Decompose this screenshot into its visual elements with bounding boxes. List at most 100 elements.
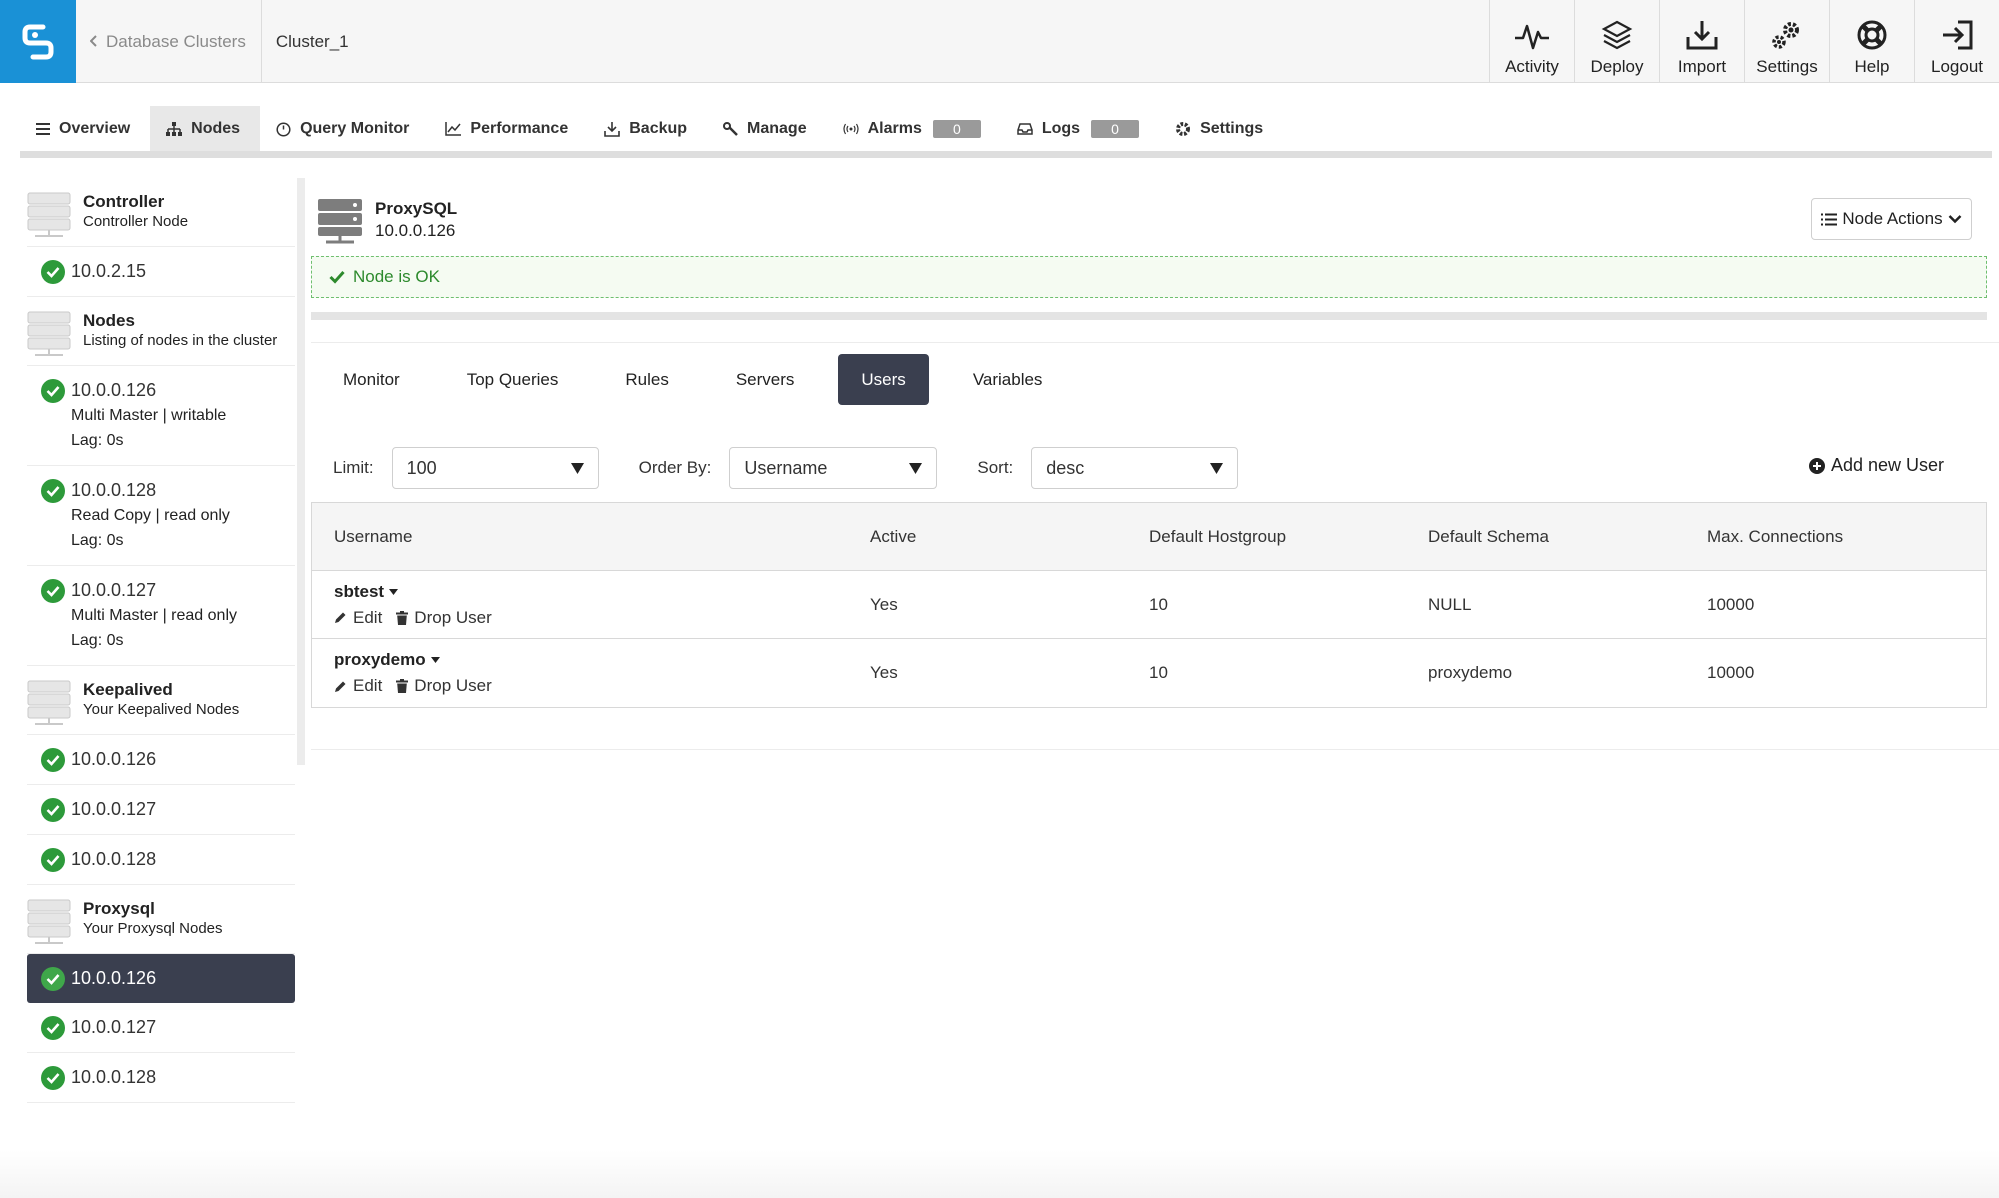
order-by-select[interactable]: Username	[729, 447, 938, 489]
col-username[interactable]: Username	[312, 527, 870, 547]
tab-servers[interactable]: Servers	[713, 354, 818, 405]
wrench-icon	[723, 121, 738, 136]
node-ip-address: 10.0.0.126	[375, 221, 456, 240]
gears-icon	[1772, 22, 1799, 49]
tab-settings-label: Settings	[1200, 120, 1264, 137]
node-lag: Lag: 0s	[71, 432, 124, 449]
tab-performance-label: Performance	[470, 120, 569, 137]
node-ip: 10.0.0.126	[71, 380, 157, 400]
node-lag: Lag: 0s	[71, 632, 124, 649]
pencil-icon	[335, 612, 346, 623]
col-active[interactable]: Active	[870, 527, 1149, 547]
node-header: ProxySQL 10.0.0.126	[317, 198, 457, 244]
group-proxysql-subtitle: Your Proxysql Nodes	[83, 920, 223, 937]
group-controller-subtitle: Controller Node	[83, 213, 189, 230]
sidebar-item-proxysql-0[interactable]: 10.0.0.126	[27, 954, 295, 1003]
logs-count-badge: 0	[1091, 120, 1140, 138]
tab-manage[interactable]: Manage	[707, 106, 827, 152]
back-to-clusters-link[interactable]: Database Clusters	[76, 0, 262, 83]
col-default-hostgroup[interactable]: Default Hostgroup	[1149, 527, 1428, 547]
tab-alarms[interactable]: Alarms 0	[827, 106, 1001, 152]
app-logo[interactable]	[0, 0, 76, 83]
deploy-label: Deploy	[1590, 57, 1644, 76]
limit-select[interactable]: 100	[391, 447, 599, 489]
tab-settings[interactable]: Settings	[1159, 106, 1283, 152]
node-role: Read Copy | read only	[71, 507, 230, 524]
tab-monitor[interactable]: Monitor	[320, 354, 423, 405]
tab-variables[interactable]: Variables	[950, 354, 1066, 405]
sidebar-item-node-1[interactable]: 10.0.0.128 Read Copy | read only Lag: 0s	[27, 466, 295, 566]
sort-select[interactable]: desc	[1031, 447, 1239, 489]
col-default-schema[interactable]: Default Schema	[1428, 527, 1707, 547]
deploy-icon	[1601, 20, 1633, 50]
node-ip: 10.0.2.15	[71, 261, 147, 281]
sidebar-item-keepalived-2[interactable]: 10.0.0.128	[27, 835, 295, 885]
node-lag: Lag: 0s	[71, 532, 124, 549]
broadcast-icon	[843, 123, 859, 135]
username-dropdown[interactable]: proxydemo	[334, 650, 870, 670]
tab-nodes[interactable]: Nodes	[150, 106, 261, 152]
help-button[interactable]: Help	[1829, 0, 1914, 83]
caret-down-icon	[909, 462, 923, 474]
col-max-connections[interactable]: Max. Connections	[1707, 527, 1986, 547]
activity-button[interactable]: Activity	[1489, 0, 1574, 83]
alarms-count-badge: 0	[932, 120, 981, 138]
group-nodes: Nodes Listing of nodes in the cluster	[27, 297, 295, 366]
tab-top-queries[interactable]: Top Queries	[444, 354, 582, 405]
import-button[interactable]: Import	[1659, 0, 1744, 83]
global-settings-button[interactable]: Settings	[1744, 0, 1829, 83]
sidebar-item-controller[interactable]: 10.0.2.15	[27, 247, 295, 297]
logout-button[interactable]: Logout	[1914, 0, 1999, 83]
tab-logs[interactable]: Logs 0	[1001, 106, 1159, 152]
pencil-icon	[335, 681, 346, 692]
node-role: Multi Master | read only	[71, 607, 237, 624]
server-icon	[27, 311, 71, 356]
username: sbtest	[334, 581, 385, 601]
drop-user-button[interactable]: Drop User	[396, 607, 492, 628]
sidebar-item-proxysql-1[interactable]: 10.0.0.127	[27, 1003, 295, 1053]
edit-user-button[interactable]: Edit	[334, 676, 382, 696]
tab-overview[interactable]: Overview	[20, 106, 150, 152]
sidebar-item-node-0[interactable]: 10.0.0.126 Multi Master | writable Lag: …	[27, 366, 295, 466]
tab-query-monitor[interactable]: Query Monitor	[260, 106, 429, 152]
tab-performance[interactable]: Performance	[429, 106, 588, 152]
tab-overview-label: Overview	[59, 120, 131, 137]
sidebar-item-proxysql-2[interactable]: 10.0.0.128	[27, 1053, 295, 1103]
cell-active: Yes	[870, 594, 898, 614]
cell-hostgroup: 10	[1149, 663, 1168, 682]
sidebar: Controller Controller Node 10.0.2.15 Nod…	[27, 178, 295, 1103]
tab-backup[interactable]: Backup	[588, 106, 707, 152]
add-new-user-button[interactable]: Add new User	[1809, 455, 1944, 476]
users-table: Username Active Default Hostgroup Defaul…	[311, 502, 1987, 708]
group-nodes-subtitle: Listing of nodes in the cluster	[83, 332, 278, 349]
check-circle-icon	[41, 748, 65, 772]
sidebar-item-keepalived-0[interactable]: 10.0.0.126	[27, 735, 295, 785]
proxysql-tabs: Monitor Top Queries Rules Servers Users …	[320, 354, 1086, 405]
breadcrumb-back-label: Database Clusters	[106, 31, 246, 51]
group-controller: Controller Controller Node	[27, 178, 295, 247]
logout-icon	[1943, 20, 1973, 50]
username-dropdown[interactable]: sbtest	[334, 582, 870, 602]
cell-active: Yes	[870, 663, 898, 682]
tab-rules[interactable]: Rules	[602, 354, 691, 405]
sidebar-item-keepalived-1[interactable]: 10.0.0.127	[27, 785, 295, 835]
node-ip: 10.0.0.127	[71, 799, 157, 819]
add-new-user-label: Add new User	[1831, 455, 1945, 475]
order-by-value: Username	[744, 457, 828, 478]
line-chart-icon	[445, 122, 462, 136]
sidebar-item-node-2[interactable]: 10.0.0.127 Multi Master | read only Lag:…	[27, 566, 295, 666]
sidebar-scrollbar[interactable]	[297, 178, 305, 765]
settings-label: Settings	[1756, 57, 1818, 76]
deploy-button[interactable]: Deploy	[1574, 0, 1659, 83]
server-icon	[27, 680, 71, 725]
edit-user-button[interactable]: Edit	[334, 608, 382, 628]
check-circle-icon	[41, 479, 65, 503]
sort-value: desc	[1046, 457, 1085, 478]
inbox-icon	[1017, 123, 1033, 135]
order-by-label: Order By:	[638, 458, 712, 477]
drop-user-button[interactable]: Drop User	[396, 676, 492, 696]
drop-user-label: Drop User	[414, 607, 492, 627]
node-actions-button[interactable]: Node Actions	[1811, 198, 1972, 240]
tab-users[interactable]: Users	[838, 354, 929, 405]
node-role: Multi Master | writable	[71, 407, 227, 424]
